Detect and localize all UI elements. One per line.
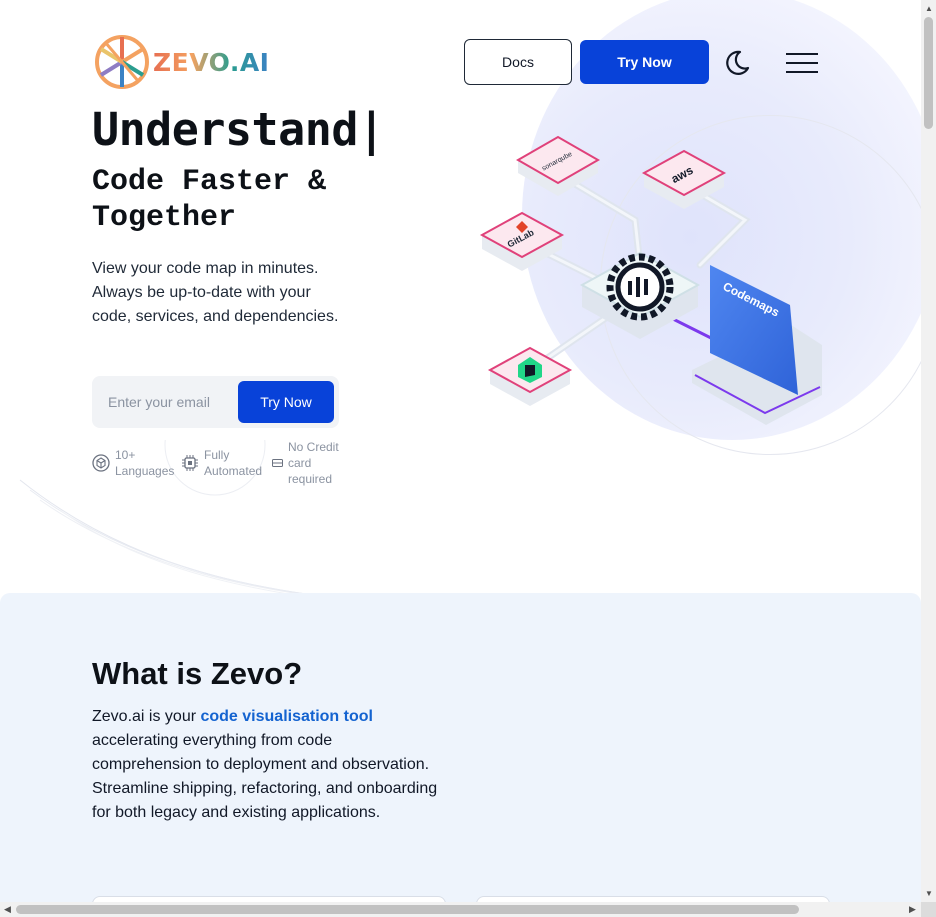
chip-icon [182,455,198,471]
hero-subheadline: Code Faster & Together [92,165,327,235]
what-is-body-suffix: accelerating everything from code compre… [92,732,438,821]
scroll-down-arrow-icon[interactable]: ▼ [925,889,933,898]
page: ZEVO.AI Docs Try Now Understand| Code Fa… [0,0,921,902]
gitlab-tile: GitLab [479,211,565,271]
try-now-signup-button[interactable]: Try Now [238,381,334,423]
scroll-right-arrow-icon[interactable]: ▶ [909,904,916,915]
docs-button[interactable]: Docs [464,39,572,85]
signup-form: Try Now [92,376,339,428]
logo[interactable]: ZEVO.AI [93,32,269,92]
vertical-scroll-thumb[interactable] [924,17,933,129]
scrollbar-corner [921,902,936,917]
try-now-header-button[interactable]: Try Now [580,40,709,84]
cube-icon [92,454,110,472]
horizontal-scrollbar[interactable]: ◀ ▶ [0,902,921,917]
feature-languages: 10+ Languages [92,447,182,479]
feature-automated: Fully Automated [181,447,271,479]
feature-automated-label: Fully Automated [204,448,263,478]
hamburger-menu-icon[interactable] [786,52,818,74]
dev-tool-tile [487,346,573,406]
code-visualisation-highlight: code visualisation tool [200,708,373,725]
hero-description: View your code map in minutes. Always be… [92,260,339,325]
what-is-body: Zevo.ai is your code visualisation tool … [92,705,442,825]
vertical-scrollbar[interactable]: ▲ ▼ [921,0,936,902]
feature-no-credit-card: No Credit card required [272,439,350,487]
what-is-body-prefix: Zevo.ai is your [92,708,201,725]
hero-headline: Understand| [92,103,385,156]
card-icon [272,459,283,467]
codemaps-card: Codemaps [692,265,822,425]
scroll-left-arrow-icon[interactable]: ◀ [4,904,11,915]
scroll-up-arrow-icon[interactable]: ▲ [925,4,933,13]
logo-wheel-icon [95,35,149,89]
feature-languages-label: 10+ Languages [115,448,175,478]
logo-text: ZEVO.AI [153,47,270,77]
what-is-title: What is Zevo? [92,656,303,691]
email-input[interactable] [98,381,238,423]
codemaps-illustration: sonarqube aws GitLab Codemaps [479,135,822,425]
feature-no-credit-card-label: No Credit card required [288,440,339,486]
moon-icon[interactable] [722,48,752,78]
horizontal-scroll-thumb[interactable] [16,905,799,914]
